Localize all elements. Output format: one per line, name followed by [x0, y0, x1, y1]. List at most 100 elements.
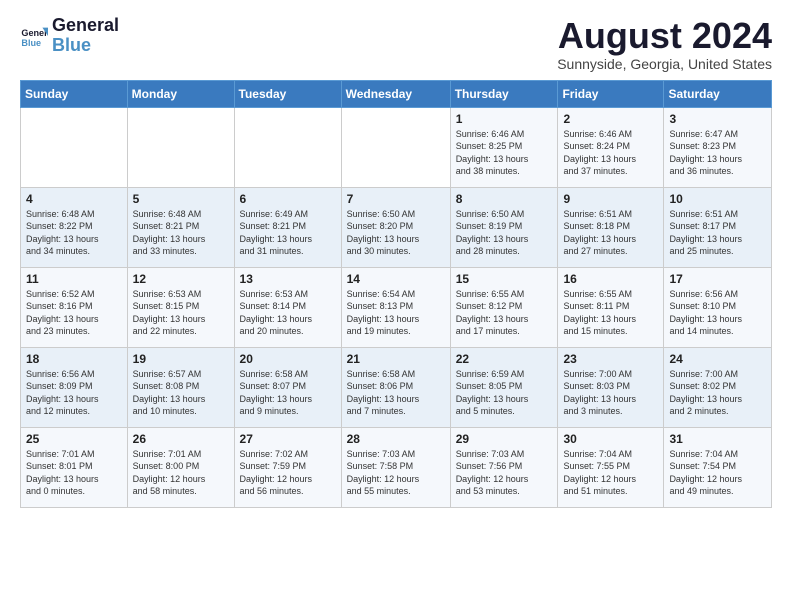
svg-text:Blue: Blue: [21, 38, 41, 48]
calendar-cell: 3Sunrise: 6:47 AM Sunset: 8:23 PM Daylig…: [664, 107, 772, 187]
day-info: Sunrise: 6:49 AM Sunset: 8:21 PM Dayligh…: [240, 208, 336, 258]
calendar-cell: 22Sunrise: 6:59 AM Sunset: 8:05 PM Dayli…: [450, 347, 558, 427]
calendar-cell: 5 Sunrise: 6:48 AM Sunset: 8:21 PM Daylig…: [127, 187, 234, 267]
col-header-sunday: Sunday: [21, 80, 128, 107]
logo-text: GeneralBlue: [52, 16, 119, 56]
calendar-cell: 6 Sunrise: 6:49 AM Sunset: 8:21 PM Daylig…: [234, 187, 341, 267]
day-number: 12: [133, 272, 229, 286]
week-row-2: 4 Sunrise: 6:48 AM Sunset: 8:22 PM Daylig…: [21, 187, 772, 267]
day-info: Sunrise: 6:58 AM Sunset: 8:07 PM Dayligh…: [240, 368, 336, 418]
day-info: Sunrise: 6:58 AM Sunset: 8:06 PM Dayligh…: [347, 368, 445, 418]
col-header-monday: Monday: [127, 80, 234, 107]
col-header-saturday: Saturday: [664, 80, 772, 107]
day-info: Sunrise: 7:03 AM Sunset: 7:58 PM Dayligh…: [347, 448, 445, 498]
day-info: Sunrise: 6:48 AM Sunset: 8:21 PM Dayligh…: [133, 208, 229, 258]
calendar-header-row: SundayMondayTuesdayWednesdayThursdayFrid…: [21, 80, 772, 107]
calendar-cell: 31Sunrise: 7:04 AM Sunset: 7:54 PM Dayli…: [664, 427, 772, 507]
day-number: 31: [669, 432, 766, 446]
day-info: Sunrise: 6:53 AM Sunset: 8:15 PM Dayligh…: [133, 288, 229, 338]
calendar-cell: 20 Sunrise: 6:58 AM Sunset: 8:07 PM Dayli…: [234, 347, 341, 427]
location: Sunnyside, Georgia, United States: [557, 56, 772, 72]
calendar-cell: 1Sunrise: 6:46 AM Sunset: 8:25 PM Daylig…: [450, 107, 558, 187]
day-number: 8: [456, 192, 553, 206]
calendar-cell: 25 Sunrise: 7:01 AM Sunset: 8:01 PM Dayli…: [21, 427, 128, 507]
day-number: 16: [563, 272, 658, 286]
day-info: Sunrise: 6:55 AM Sunset: 8:11 PM Dayligh…: [563, 288, 658, 338]
day-info: Sunrise: 6:46 AM Sunset: 8:24 PM Dayligh…: [563, 128, 658, 178]
day-number: 3: [669, 112, 766, 126]
calendar-table: SundayMondayTuesdayWednesdayThursdayFrid…: [20, 80, 772, 508]
day-info: Sunrise: 6:50 AM Sunset: 8:19 PM Dayligh…: [456, 208, 553, 258]
day-info: Sunrise: 7:04 AM Sunset: 7:55 PM Dayligh…: [563, 448, 658, 498]
logo: General Blue GeneralBlue: [20, 16, 119, 56]
calendar-cell: 8 Sunrise: 6:50 AM Sunset: 8:19 PM Daylig…: [450, 187, 558, 267]
day-info: Sunrise: 6:51 AM Sunset: 8:18 PM Dayligh…: [563, 208, 658, 258]
title-block: August 2024 Sunnyside, Georgia, United S…: [557, 16, 772, 72]
calendar-cell: 13Sunrise: 6:53 AM Sunset: 8:14 PM Dayli…: [234, 267, 341, 347]
day-number: 10: [669, 192, 766, 206]
calendar-cell: 17 Sunrise: 6:56 AM Sunset: 8:10 PM Dayli…: [664, 267, 772, 347]
day-number: 26: [133, 432, 229, 446]
day-number: 20: [240, 352, 336, 366]
calendar-cell: 7Sunrise: 6:50 AM Sunset: 8:20 PM Daylig…: [341, 187, 450, 267]
day-number: 5: [133, 192, 229, 206]
calendar-cell: 19 Sunrise: 6:57 AM Sunset: 8:08 PM Dayli…: [127, 347, 234, 427]
calendar-cell: 24 Sunrise: 7:00 AM Sunset: 8:02 PM Dayli…: [664, 347, 772, 427]
day-number: 6: [240, 192, 336, 206]
day-info: Sunrise: 6:59 AM Sunset: 8:05 PM Dayligh…: [456, 368, 553, 418]
day-info: Sunrise: 7:03 AM Sunset: 7:56 PM Dayligh…: [456, 448, 553, 498]
week-row-4: 18Sunrise: 6:56 AM Sunset: 8:09 PM Dayli…: [21, 347, 772, 427]
day-number: 9: [563, 192, 658, 206]
day-info: Sunrise: 6:51 AM Sunset: 8:17 PM Dayligh…: [669, 208, 766, 258]
calendar-cell: [341, 107, 450, 187]
day-info: Sunrise: 7:02 AM Sunset: 7:59 PM Dayligh…: [240, 448, 336, 498]
week-row-5: 25 Sunrise: 7:01 AM Sunset: 8:01 PM Dayli…: [21, 427, 772, 507]
day-number: 23: [563, 352, 658, 366]
col-header-thursday: Thursday: [450, 80, 558, 107]
calendar-cell: 2 Sunrise: 6:46 AM Sunset: 8:24 PM Daylig…: [558, 107, 664, 187]
calendar-cell: 26Sunrise: 7:01 AM Sunset: 8:00 PM Dayli…: [127, 427, 234, 507]
day-number: 25: [26, 432, 122, 446]
day-number: 17: [669, 272, 766, 286]
calendar-cell: 15 Sunrise: 6:55 AM Sunset: 8:12 PM Dayli…: [450, 267, 558, 347]
calendar-cell: 9 Sunrise: 6:51 AM Sunset: 8:18 PM Daylig…: [558, 187, 664, 267]
day-number: 28: [347, 432, 445, 446]
day-info: Sunrise: 6:56 AM Sunset: 8:10 PM Dayligh…: [669, 288, 766, 338]
day-number: 4: [26, 192, 122, 206]
col-header-wednesday: Wednesday: [341, 80, 450, 107]
day-info: Sunrise: 6:48 AM Sunset: 8:22 PM Dayligh…: [26, 208, 122, 258]
day-number: 24: [669, 352, 766, 366]
day-info: Sunrise: 7:01 AM Sunset: 8:01 PM Dayligh…: [26, 448, 122, 498]
day-number: 29: [456, 432, 553, 446]
calendar-cell: 14Sunrise: 6:54 AM Sunset: 8:13 PM Dayli…: [341, 267, 450, 347]
col-header-friday: Friday: [558, 80, 664, 107]
calendar-cell: 18Sunrise: 6:56 AM Sunset: 8:09 PM Dayli…: [21, 347, 128, 427]
day-info: Sunrise: 7:00 AM Sunset: 8:03 PM Dayligh…: [563, 368, 658, 418]
calendar-cell: [127, 107, 234, 187]
calendar-cell: [234, 107, 341, 187]
day-number: 11: [26, 272, 122, 286]
day-number: 21: [347, 352, 445, 366]
calendar-cell: 16 Sunrise: 6:55 AM Sunset: 8:11 PM Dayli…: [558, 267, 664, 347]
day-info: Sunrise: 6:53 AM Sunset: 8:14 PM Dayligh…: [240, 288, 336, 338]
page-header: General Blue GeneralBlue August 2024 Sun…: [20, 16, 772, 72]
week-row-1: 1Sunrise: 6:46 AM Sunset: 8:25 PM Daylig…: [21, 107, 772, 187]
day-number: 19: [133, 352, 229, 366]
calendar-cell: 11Sunrise: 6:52 AM Sunset: 8:16 PM Dayli…: [21, 267, 128, 347]
calendar-cell: 4 Sunrise: 6:48 AM Sunset: 8:22 PM Daylig…: [21, 187, 128, 267]
day-number: 18: [26, 352, 122, 366]
calendar-cell: 12 Sunrise: 6:53 AM Sunset: 8:15 PM Dayli…: [127, 267, 234, 347]
day-info: Sunrise: 6:46 AM Sunset: 8:25 PM Dayligh…: [456, 128, 553, 178]
day-number: 2: [563, 112, 658, 126]
calendar-cell: 28 Sunrise: 7:03 AM Sunset: 7:58 PM Dayli…: [341, 427, 450, 507]
day-number: 7: [347, 192, 445, 206]
day-number: 27: [240, 432, 336, 446]
calendar-cell: 21 Sunrise: 6:58 AM Sunset: 8:06 PM Dayli…: [341, 347, 450, 427]
calendar-cell: 27 Sunrise: 7:02 AM Sunset: 7:59 PM Dayli…: [234, 427, 341, 507]
day-number: 15: [456, 272, 553, 286]
day-info: Sunrise: 6:57 AM Sunset: 8:08 PM Dayligh…: [133, 368, 229, 418]
calendar-cell: 23 Sunrise: 7:00 AM Sunset: 8:03 PM Dayli…: [558, 347, 664, 427]
day-info: Sunrise: 7:00 AM Sunset: 8:02 PM Dayligh…: [669, 368, 766, 418]
day-info: Sunrise: 6:55 AM Sunset: 8:12 PM Dayligh…: [456, 288, 553, 338]
month-title: August 2024: [557, 16, 772, 56]
